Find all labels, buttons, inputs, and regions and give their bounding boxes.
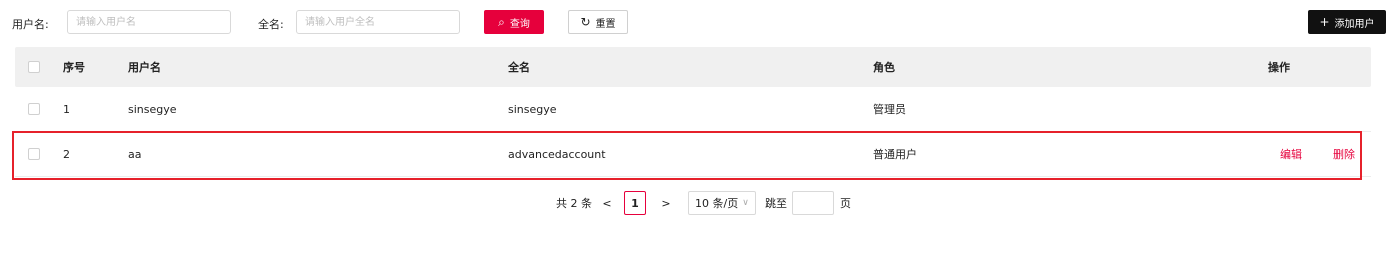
plus-icon: + — [1319, 15, 1330, 29]
table-row[interactable]: 1 sinsegye sinsegye 管理员 — [15, 87, 1371, 132]
column-header-fullname[interactable]: 全名 — [508, 47, 530, 87]
reset-button-label: 重置 — [595, 18, 616, 30]
page-size-select[interactable]: 10 条/页 ∨ — [688, 191, 756, 215]
query-button[interactable]: ⌕ 查询 — [484, 10, 544, 34]
page-1-button[interactable]: 1 — [624, 191, 646, 215]
table-header: 序号 用户名 全名 角色 操作 — [15, 47, 1371, 87]
page-jump-input[interactable] — [792, 191, 834, 215]
pagination-total: 共 2 条 — [556, 197, 592, 210]
username-search-input[interactable] — [67, 10, 231, 34]
row-fullname: sinsegye — [508, 102, 557, 116]
add-user-button-label: 添加用户 — [1334, 18, 1375, 30]
pagination: 共 2 条 < 1 > 10 条/页 ∨ 跳至 页 — [0, 191, 1386, 215]
search-icon: ⌕ — [498, 15, 505, 29]
add-user-button[interactable]: + 添加用户 — [1308, 10, 1386, 34]
jump-label: 跳至 — [765, 197, 787, 210]
column-header-actions: 操作 — [1268, 61, 1290, 74]
search-bar: 用户名: 全名: ⌕ 查询 ↻ 重置 + 添加用户 — [0, 10, 1386, 36]
row-fullname: advancedaccount — [508, 147, 606, 161]
row-index: 1 — [63, 102, 70, 116]
page-size-value: 10 条/页 — [695, 197, 739, 210]
fullname-search-input[interactable] — [296, 10, 460, 34]
delete-link[interactable]: 删除 — [1333, 146, 1355, 162]
page-suffix-label: 页 — [840, 197, 851, 210]
row-username: sinsegye — [128, 102, 177, 116]
column-header-username[interactable]: 用户名 — [128, 47, 161, 87]
column-header-index[interactable]: 序号 — [63, 47, 85, 87]
fullname-label: 全名: — [258, 18, 284, 31]
select-all-cell — [28, 47, 40, 87]
chevron-down-icon: ∨ — [742, 198, 749, 208]
query-button-label: 查询 — [509, 18, 530, 30]
row-username: aa — [128, 147, 142, 161]
select-all-checkbox[interactable] — [28, 61, 40, 73]
row-role: 普通用户 — [873, 148, 917, 161]
refresh-icon: ↻ — [580, 15, 591, 29]
row-checkbox[interactable] — [28, 148, 40, 160]
table-row[interactable]: 2 aa advancedaccount 普通用户 编辑 删除 — [15, 132, 1371, 177]
row-role: 管理员 — [873, 103, 906, 116]
row-index: 2 — [63, 147, 70, 161]
username-label: 用户名: — [12, 18, 49, 31]
next-page-button[interactable]: > — [660, 191, 672, 215]
edit-link[interactable]: 编辑 — [1280, 146, 1302, 162]
users-table: 序号 用户名 全名 角色 操作 1 sinsegye sinsegye 管理员 … — [15, 47, 1371, 177]
prev-page-button[interactable]: < — [601, 191, 613, 215]
row-checkbox[interactable] — [28, 103, 40, 115]
column-header-role[interactable]: 角色 — [873, 47, 895, 87]
reset-button[interactable]: ↻ 重置 — [568, 10, 628, 34]
